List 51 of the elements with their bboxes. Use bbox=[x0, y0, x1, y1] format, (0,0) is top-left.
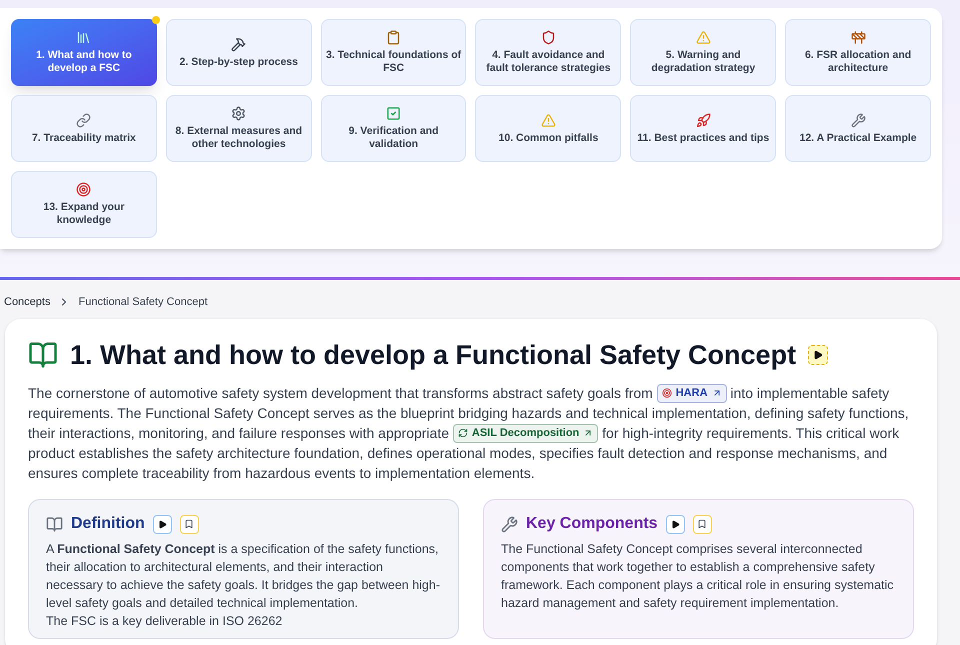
breadcrumb-link[interactable]: Concepts bbox=[4, 294, 50, 310]
play-button[interactable] bbox=[808, 344, 828, 365]
play-button[interactable] bbox=[666, 514, 685, 534]
topic-card[interactable]: 13. Expand your knowledge bbox=[11, 171, 157, 238]
topic-card[interactable]: 4. Fault avoidance and fault tolerance strategies bbox=[475, 19, 622, 86]
wrench-icon bbox=[850, 112, 866, 128]
book-icon bbox=[46, 516, 63, 532]
wrench-icon bbox=[501, 516, 518, 532]
shield-icon bbox=[540, 30, 556, 45]
checkmark-icon bbox=[386, 106, 402, 121]
concept-link[interactable]: ASIL Decomposition bbox=[452, 424, 598, 442]
link-icon bbox=[76, 112, 92, 128]
concept-link[interactable]: HARA bbox=[656, 384, 727, 402]
bookmark-button[interactable] bbox=[180, 514, 199, 534]
play-icon bbox=[670, 520, 680, 528]
rocket-icon bbox=[696, 112, 711, 128]
intro-paragraph: The cornerstone of automotive safety system development that transforms abstract safety goals from HARA into implementable safety requirements. The Functional Safety Concept serves as the blueprint bridging hazards and technical implementation, defining safety functions, their interactions, monitoring, and failure responses with appropriate ASIL Decomposition for high-integrity requirements. This critical work product establishes the safety architecture foundation, defines operational modes, specifies fault detection and response mechanisms, and ensures complete traceability from hazardous events to implementation elements. bbox=[28, 383, 910, 483]
section-text: A Functional Safety Concept is a specification of the safety functions, their allocation to architectural elements, and their interaction necessary to achieve the safety goals. It bridges the gap between high-level safety goals and detailed technical implementation. bbox=[46, 541, 441, 612]
bookmark-button[interactable] bbox=[692, 514, 712, 534]
cycle-icon bbox=[458, 428, 468, 438]
external-link-icon bbox=[583, 428, 594, 438]
play-button[interactable] bbox=[152, 514, 172, 534]
topic-card[interactable]: 7. Traceability matrix bbox=[11, 95, 157, 162]
article-title: 1. What and how to develop a Functional Safety Concept bbox=[70, 338, 796, 372]
topic-card[interactable]: 2. Step-by-step process bbox=[166, 19, 312, 86]
target-icon bbox=[662, 388, 672, 398]
bookmark-icon bbox=[697, 519, 708, 529]
target-icon bbox=[76, 182, 92, 197]
section-text: The FSC is a key deliverable in ISO 26262 bbox=[46, 613, 284, 630]
topic-card[interactable]: 11. Best practices and tips bbox=[630, 95, 776, 162]
gear-icon bbox=[231, 106, 246, 121]
warning-icon bbox=[540, 112, 556, 128]
play-icon bbox=[813, 350, 824, 360]
topic-card[interactable]: 8. External measures and other technologies bbox=[166, 95, 312, 162]
bookmark-icon bbox=[184, 519, 194, 529]
topic-card[interactable]: 10. Common pitfalls bbox=[475, 95, 622, 162]
play-icon bbox=[158, 520, 167, 528]
topic-card[interactable]: 3. Technical foundations of FSC bbox=[320, 19, 466, 86]
breadcrumb-link[interactable]: Functional Safety Concept bbox=[78, 294, 208, 310]
topic-card[interactable]: 5. Warning and degradation strategy bbox=[630, 19, 776, 86]
external-link-icon bbox=[712, 388, 722, 398]
clipboard-icon bbox=[386, 30, 402, 45]
topic-card[interactable]: 9. Verification and validation bbox=[320, 95, 466, 162]
topic-card[interactable]: 12. A Practical Example bbox=[785, 95, 931, 162]
hammer-icon bbox=[231, 36, 246, 52]
section-title: Key Components bbox=[526, 514, 658, 534]
topic-card[interactable]: 6. FSR allocation and architecture bbox=[785, 19, 931, 86]
topic-card[interactable]: 1. What and how to develop a FSC bbox=[11, 19, 157, 86]
warning-icon bbox=[696, 30, 711, 45]
section-text: The Functional Safety Concept comprises several interconnected components that work together to establish a comprehensive safety framework. Each component plays a critical role in ensuring systematic hazard management and safety requirement implementation. bbox=[501, 541, 895, 612]
section-title: Definition bbox=[71, 514, 145, 534]
